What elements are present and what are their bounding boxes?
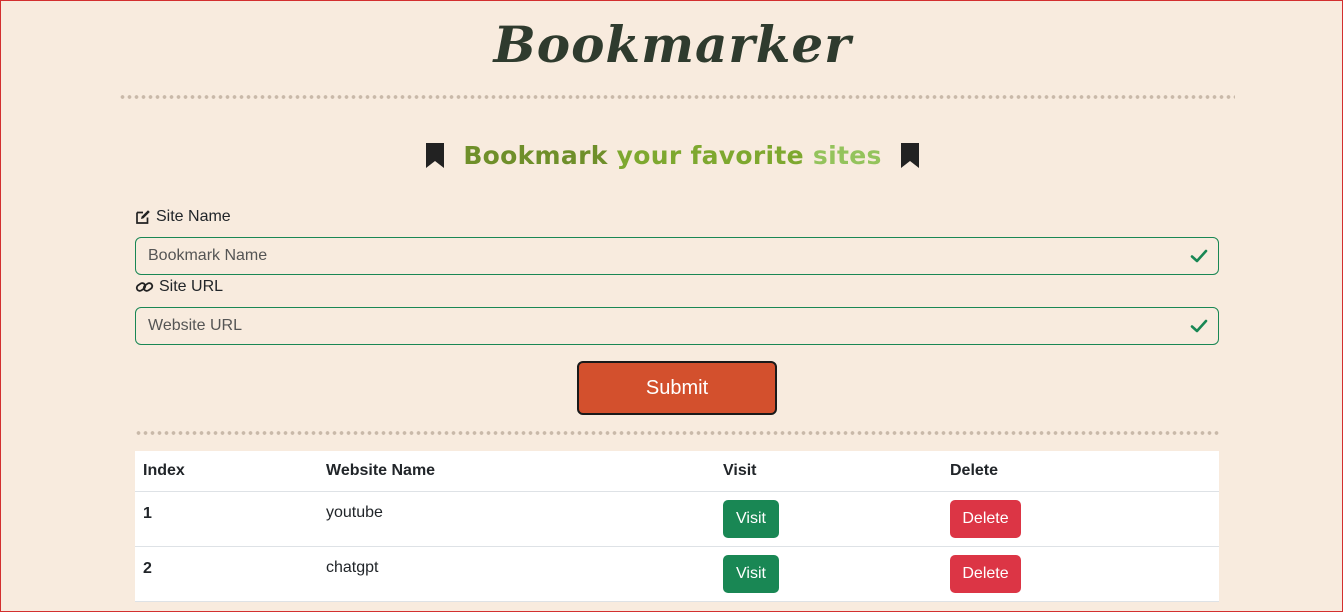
visit-button[interactable]: Visit — [723, 499, 779, 538]
row-website-name: chatgpt — [318, 546, 715, 602]
link-icon — [135, 282, 154, 292]
header-delete: Delete — [942, 451, 1219, 492]
divider-middle — [135, 431, 1219, 435]
divider-top — [119, 95, 1235, 99]
site-url-input[interactable] — [135, 307, 1219, 345]
row-visit-cell: Visit — [715, 491, 942, 547]
header-index: Index — [135, 451, 318, 492]
row-index: 1 — [135, 491, 318, 547]
edit-icon — [136, 210, 150, 224]
table-row: 1 youtube Visit Delete — [135, 491, 1219, 547]
row-website-name: youtube — [318, 491, 715, 547]
check-icon — [1190, 319, 1208, 333]
delete-button[interactable]: Delete — [950, 499, 1021, 538]
header-website-name: Website Name — [318, 451, 715, 492]
delete-button[interactable]: Delete — [950, 554, 1021, 593]
bookmark-icon — [900, 143, 919, 168]
header-visit: Visit — [715, 451, 942, 492]
visit-button[interactable]: Visit — [723, 554, 779, 593]
check-icon — [1190, 249, 1208, 263]
subtitle-word-2: your favorite — [616, 141, 804, 170]
table-header-row: Index Website Name Visit Delete — [135, 451, 1219, 492]
table-row: 2 chatgpt Visit Delete — [135, 546, 1219, 602]
row-index: 2 — [135, 546, 318, 602]
row-visit-cell: Visit — [715, 546, 942, 602]
submit-button[interactable]: Submit — [577, 361, 777, 415]
subtitle-word-1: Bookmark — [463, 141, 608, 170]
bookmark-icon — [426, 143, 445, 168]
site-url-label: Site URL — [135, 278, 223, 296]
site-name-label: Site Name — [135, 208, 231, 226]
subtitle-word-3: sites — [812, 141, 882, 170]
row-delete-cell: Delete — [942, 491, 1219, 547]
site-name-input[interactable] — [135, 237, 1219, 275]
bookmarks-table: Index Website Name Visit Delete 1 youtub… — [135, 451, 1219, 602]
page-subtitle: Bookmark your favorite sites — [1, 141, 1343, 170]
site-url-label-text: Site URL — [159, 278, 224, 295]
site-name-label-text: Site Name — [156, 208, 231, 225]
row-delete-cell: Delete — [942, 546, 1219, 602]
brand-title: Bookmarker — [493, 15, 852, 74]
